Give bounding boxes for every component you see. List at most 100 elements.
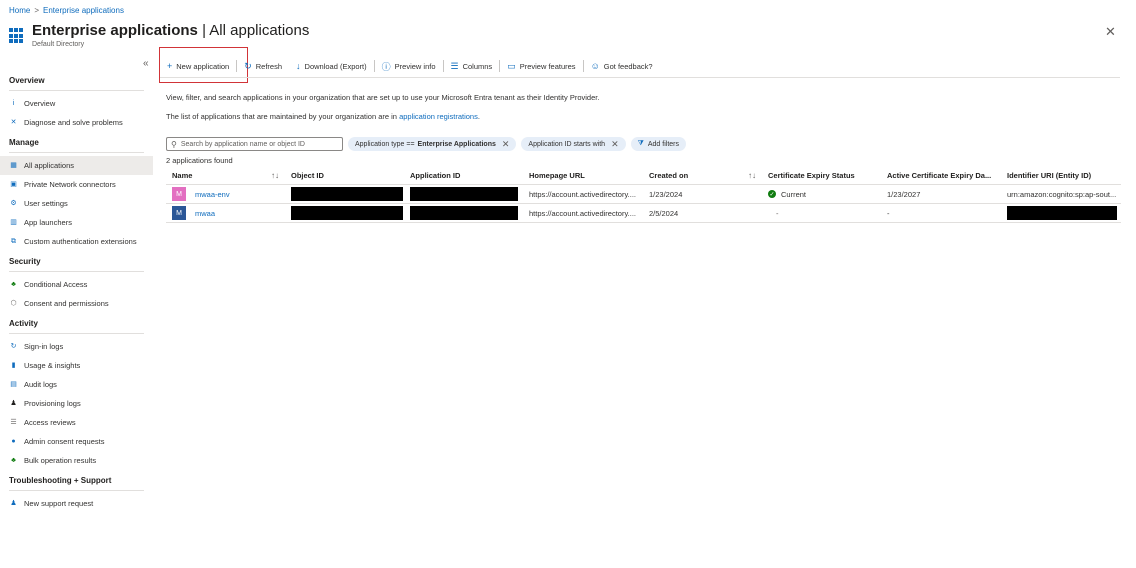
info-icon: i [12, 100, 15, 107]
table-row[interactable]: M mwaa https://account.activedirectory..… [166, 204, 1121, 223]
plus-icon: + [167, 61, 173, 71]
command-bar: + New application ↻ Refresh ↓ Download (Exp… [160, 57, 660, 75]
column-header-application-id[interactable]: Application ID [404, 171, 523, 180]
column-header-created-on[interactable]: Created on ↑↓ [643, 171, 762, 180]
column-header-object-id[interactable]: Object ID [285, 171, 404, 180]
sidebar-item-label: Conditional Access [24, 280, 88, 289]
breadcrumb: Home > Enterprise applications [9, 6, 124, 15]
sidebar-section-title: Troubleshooting + Support [9, 476, 112, 485]
application-registrations-link[interactable]: application registrations [399, 112, 478, 121]
breadcrumb-home-link[interactable]: Home [9, 6, 30, 15]
feedback-icon: ☺ [590, 61, 600, 71]
grid-icon: ▦ [10, 162, 17, 169]
app-name-link[interactable]: mwaa-env [195, 190, 230, 199]
sidebar-item-custom-authentication-extensions[interactable]: ⧉ Custom authentication extensions [0, 232, 153, 251]
collapse-sidebar-icon[interactable]: « [143, 58, 149, 69]
sidebar-item-conditional-access[interactable]: ♣ Conditional Access [0, 275, 153, 294]
redacted-object-id [291, 206, 403, 220]
sidebar-item-user-settings[interactable]: ⚙ User settings [0, 194, 153, 213]
sidebar-section-title: Overview [9, 76, 45, 85]
section-divider [9, 90, 144, 91]
toolbar-divider-line [160, 77, 1120, 78]
app-name-link[interactable]: mwaa [195, 209, 215, 218]
feedback-button[interactable]: ☺ Got feedback? [584, 57, 660, 75]
columns-button[interactable]: ☰ Columns [444, 57, 500, 75]
active-certificate-expiry: - [887, 208, 890, 218]
redacted-identifier-uri [1007, 206, 1117, 220]
sidebar-item-usage-insights[interactable]: ▮ Usage & insights [0, 356, 153, 375]
sidebar-item-diagnose-and-solve-problems[interactable]: ✕ Diagnose and solve problems [0, 113, 153, 132]
download-button[interactable]: ↓ Download (Export) [289, 57, 374, 75]
sidebar-item-label: Audit logs [24, 380, 57, 389]
sidebar-item-provisioning-logs[interactable]: ♟ Provisioning logs [0, 394, 153, 413]
sidebar-item-consent-and-permissions[interactable]: ⬡ Consent and permissions [0, 294, 153, 313]
bulk-icon: ♣ [11, 457, 16, 464]
refresh-icon: ↻ [244, 60, 252, 71]
application-type-filter-pill[interactable]: Application type == Enterprise Applicatio… [348, 137, 517, 151]
sort-icon[interactable]: ↑↓ [271, 171, 279, 180]
sidebar-item-overview[interactable]: i Overview [0, 94, 153, 113]
remove-filter-icon[interactable]: ✕ [611, 139, 619, 150]
column-header-certificate-expiry-status[interactable]: Certificate Expiry Status [762, 171, 881, 180]
breadcrumb-separator: > [34, 6, 40, 15]
sidebar-item-label: New support request [24, 499, 94, 508]
sidebar-item-label: Access reviews [24, 418, 76, 427]
chart-icon: ▮ [11, 362, 16, 369]
sidebar-section-title: Manage [9, 138, 39, 147]
more-options-icon[interactable]: ··· [299, 24, 309, 35]
sidebar-section-title: Activity [9, 319, 38, 328]
user-settings-icon: ⚙ [10, 200, 17, 207]
sidebar-item-sign-in-logs[interactable]: ↻ Sign-in logs [0, 337, 153, 356]
refresh-button[interactable]: ↻ Refresh [237, 57, 289, 75]
sidebar-item-app-launchers[interactable]: ▥ App launchers [0, 213, 153, 232]
identifier-uri: urn:amazon:cognito:sp:ap-sout... [1007, 189, 1117, 199]
column-header-active-certificate-expiry[interactable]: Active Certificate Expiry Da... [881, 171, 1001, 180]
close-icon[interactable]: ✕ [1105, 24, 1116, 40]
redacted-application-id [410, 187, 518, 201]
sidebar-item-access-reviews[interactable]: ☰ Access reviews [0, 413, 153, 432]
connector-icon: ▣ [10, 181, 17, 188]
sidebar-item-private-network-connectors[interactable]: ▣ Private Network connectors [0, 175, 153, 194]
page-title: Enterprise applications | All applicatio… [32, 22, 310, 39]
column-header-homepage-url[interactable]: Homepage URL [523, 171, 643, 180]
breadcrumb-enterprise-apps-link[interactable]: Enterprise applications [43, 6, 124, 15]
audit-icon: ▤ [10, 381, 17, 388]
access-review-icon: ☰ [10, 419, 17, 426]
sidebar-item-label: Bulk operation results [24, 456, 97, 465]
column-header-identifier-uri[interactable]: Identifier URI (Entity ID) [1001, 171, 1121, 180]
download-icon: ↓ [296, 61, 301, 71]
sidebar-item-new-support-request[interactable]: ♟ New support request [0, 494, 153, 513]
homepage-url: https://account.activedirectory.... [529, 208, 636, 218]
redacted-application-id [410, 206, 518, 220]
search-input[interactable]: ⚲ Search by application name or object I… [166, 137, 343, 151]
search-icon: ⚲ [171, 139, 177, 149]
extension-icon: ⧉ [11, 238, 16, 245]
created-on: 2/5/2024 [649, 208, 679, 218]
table-header: Name ↑↓ Object ID Application ID Homepage… [166, 167, 1121, 185]
section-divider [9, 152, 144, 153]
sidebar-item-all-applications[interactable]: ▦ All applications [0, 156, 153, 175]
sidebar-item-label: App launchers [24, 218, 72, 227]
filter-bar: ⚲ Search by application name or object I… [166, 137, 686, 151]
app-launcher-icon: ▥ [10, 219, 17, 226]
avatar: M [172, 206, 186, 220]
provisioning-icon: ♟ [10, 400, 17, 407]
add-filters-button[interactable]: ⧩ Add filters [630, 137, 686, 151]
permissions-icon: ⬡ [10, 300, 17, 307]
sidebar-item-admin-consent-requests[interactable]: ● Admin consent requests [0, 432, 153, 451]
results-count: 2 applications found [166, 156, 233, 165]
sidebar-item-label: Private Network connectors [24, 180, 116, 189]
sidebar-item-bulk-operation-results[interactable]: ♣ Bulk operation results [0, 451, 153, 470]
table-row[interactable]: M mwaa-env https://account.activedirecto… [166, 185, 1121, 204]
preview-features-button[interactable]: ▭ Preview features [500, 57, 582, 75]
sidebar-item-label: Admin consent requests [24, 437, 105, 446]
conditional-access-icon: ♣ [11, 281, 16, 288]
column-header-name[interactable]: Name ↑↓ [166, 171, 285, 180]
remove-filter-icon[interactable]: ✕ [502, 139, 510, 150]
sidebar-item-audit-logs[interactable]: ▤ Audit logs [0, 375, 153, 394]
homepage-url: https://account.activedirectory.... [529, 189, 636, 199]
preview-info-button[interactable]: ⓘ Preview info [375, 57, 443, 75]
application-id-filter-pill[interactable]: Application ID starts with ✕ [521, 137, 626, 151]
sort-icon[interactable]: ↑↓ [748, 171, 756, 180]
new-application-button[interactable]: + New application [160, 57, 236, 75]
